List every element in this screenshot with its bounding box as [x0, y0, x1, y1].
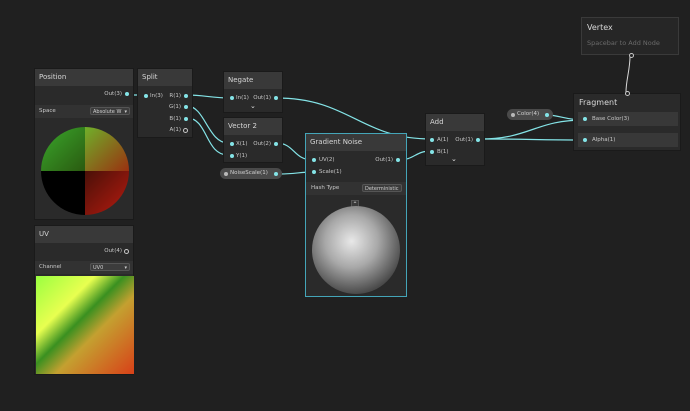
vector2-in-y-port[interactable]	[230, 154, 234, 158]
uv-channel-dropdown[interactable]: UV0 ▾	[90, 263, 130, 271]
chevron-down-icon: ▾	[124, 109, 127, 115]
negate-out-port[interactable]	[274, 96, 278, 100]
uv-preview-overlay	[36, 276, 134, 374]
noisescale-property-pill[interactable]: NoiseScale(1)	[220, 168, 282, 179]
vertex-node-title: Vertex	[587, 23, 613, 32]
add-node-title: Add	[426, 114, 484, 131]
noisescale-left-dot	[224, 171, 228, 176]
fragment-node[interactable]: Fragment Base Color(3) Alpha(1)	[573, 91, 681, 151]
add-in-b-label: B(1)	[437, 149, 449, 155]
color-label: Color(4)	[517, 111, 540, 117]
color-left-dot	[511, 112, 515, 117]
vertex-out-port[interactable]	[629, 53, 634, 58]
vertex-node[interactable]: Vertex Spacebar to Add Node	[581, 17, 679, 58]
vector2-node[interactable]: Vector 2 X(1) Y(1) Out(2)	[223, 117, 283, 163]
vertex-add-node-hint: Spacebar to Add Node	[587, 39, 660, 47]
chevron-down-icon: ▾	[124, 265, 127, 271]
add-in-b-port[interactable]	[430, 150, 434, 154]
split-out-b-label: B(1)	[169, 116, 181, 122]
gradient-noise-in-scale-port[interactable]	[312, 170, 316, 174]
position-preview	[41, 127, 129, 215]
gradient-noise-node[interactable]: Gradient Noise UV(2) Scale(1) Out(1) Has…	[305, 133, 407, 297]
gradient-noise-preview	[312, 206, 400, 294]
gradient-noise-out-label: Out(1)	[375, 157, 393, 163]
vector2-in-x-label: X(1)	[236, 141, 248, 147]
split-out-a-label: A(1)	[169, 127, 181, 133]
wire-vertex-fragment	[625, 55, 631, 93]
split-out-a-port[interactable]	[183, 128, 188, 133]
split-out-b-port[interactable]	[184, 117, 188, 121]
negate-node[interactable]: Negate In(1) Out(1) ⌄	[223, 71, 283, 113]
gradient-noise-in-uv-label: UV(2)	[319, 157, 335, 163]
position-out-port-label: Out(3)	[104, 91, 122, 97]
fragment-base-color-label: Base Color(3)	[592, 116, 630, 122]
position-space-label: Space	[39, 108, 56, 114]
fragment-base-color-row: Base Color(3)	[578, 112, 678, 126]
noisescale-label: NoiseScale(1)	[230, 170, 268, 176]
negate-in-port-label: In(1)	[236, 95, 249, 101]
add-node[interactable]: Add A(1) B(1) Out(1) ⌄	[425, 113, 485, 166]
negate-node-title: Negate	[224, 72, 282, 89]
color-out-port[interactable]	[545, 112, 549, 117]
split-out-r-port[interactable]	[184, 94, 188, 98]
split-out-r-label: R(1)	[169, 93, 181, 99]
color-property-pill[interactable]: Color(4)	[507, 109, 553, 120]
chevron-down-icon[interactable]: ⌄	[451, 155, 457, 163]
vector2-out-port-label: Out(2)	[253, 141, 271, 147]
split-in-port-label: In(3)	[150, 93, 163, 99]
position-node-title: Position	[35, 69, 133, 86]
vector2-out-port[interactable]	[274, 142, 278, 146]
wire-add-fragment-alpha	[479, 138, 586, 141]
position-node[interactable]: Position Out(3) Space Absolute W ▾	[34, 68, 134, 220]
fragment-alpha-row: Alpha(1)	[578, 133, 678, 147]
position-space-row: Space Absolute W ▾	[35, 105, 133, 118]
uv-out-port[interactable]	[124, 249, 129, 254]
split-in-port[interactable]	[144, 94, 148, 98]
gradient-noise-title: Gradient Noise	[306, 134, 406, 151]
vector2-node-title: Vector 2	[224, 118, 282, 135]
add-out-label: Out(1)	[455, 137, 473, 143]
add-in-a-port[interactable]	[430, 138, 434, 142]
vector2-in-y-label: Y(1)	[236, 153, 248, 159]
negate-out-port-label: Out(1)	[253, 95, 271, 101]
fragment-alpha-port[interactable]	[583, 138, 587, 142]
gradient-noise-hash-dropdown[interactable]: Deterministic	[362, 184, 402, 192]
gradient-noise-hash-label: Hash Type	[311, 185, 340, 191]
split-out-g-port[interactable]	[184, 105, 188, 109]
chevron-down-icon[interactable]: ⌄	[250, 102, 256, 110]
split-node[interactable]: Split In(3) R(1) G(1) B(1) A(1)	[137, 68, 193, 138]
fragment-in-port[interactable]	[625, 91, 630, 96]
gradient-noise-hash-row: Hash Type Deterministic	[306, 182, 406, 195]
wire-split-b-vector2-y	[186, 117, 229, 156]
gradient-noise-in-scale-label: Scale(1)	[319, 169, 342, 175]
split-out-g-label: G(1)	[168, 104, 181, 110]
negate-in-port[interactable]	[230, 96, 234, 100]
add-out-port[interactable]	[476, 138, 480, 142]
position-out-port[interactable]	[125, 92, 129, 96]
fragment-node-title: Fragment	[579, 98, 618, 107]
fragment-base-color-port[interactable]	[583, 117, 587, 121]
position-space-dropdown[interactable]: Absolute W ▾	[90, 107, 130, 115]
wire-add-fragment-base	[479, 119, 586, 140]
uv-node-title: UV	[35, 226, 133, 243]
fragment-alpha-label: Alpha(1)	[592, 137, 616, 143]
add-in-a-label: A(1)	[437, 137, 449, 143]
gradient-noise-out-port[interactable]	[396, 158, 400, 162]
noisescale-out-port[interactable]	[274, 171, 278, 176]
uv-channel-row: Channel UV0 ▾	[35, 261, 133, 274]
vector2-in-x-port[interactable]	[230, 142, 234, 146]
uv-node[interactable]: UV Out(4) Channel UV0 ▾	[34, 225, 134, 375]
uv-channel-label: Channel	[39, 264, 62, 270]
uv-out-port-label: Out(4)	[104, 248, 122, 254]
gradient-noise-in-uv-port[interactable]	[312, 158, 316, 162]
split-node-title: Split	[138, 69, 192, 86]
